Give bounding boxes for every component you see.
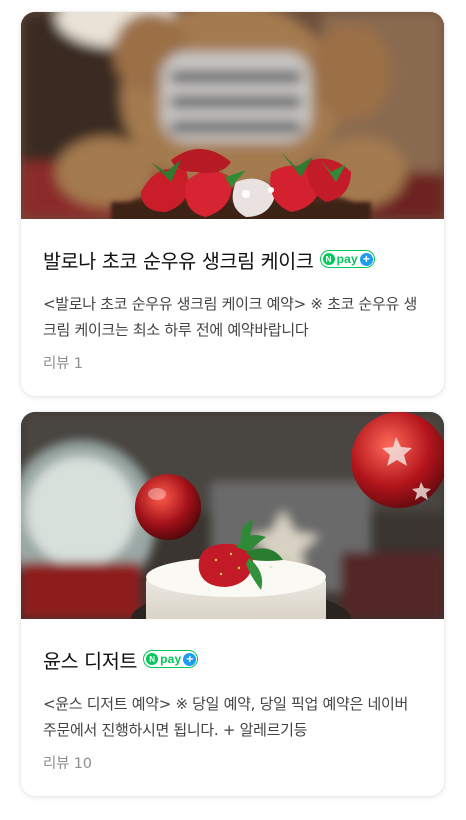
place-title[interactable]: 윤스 디저트 [43, 645, 137, 674]
place-description: <발로나 초코 순우유 생크림 케이크 예약> ※ 초코 순우유 생크림 케이크… [43, 295, 418, 339]
place-photo[interactable] [21, 412, 444, 619]
cake-photo-image [21, 12, 444, 219]
naver-n-icon: N [146, 653, 159, 665]
place-list: 발로나 초코 순우유 생크림 케이크 N pay + <발로나 초코 순우유 생… [0, 0, 466, 820]
place-photo[interactable] [21, 12, 444, 219]
plus-icon: + [183, 652, 197, 666]
plus-icon: + [359, 252, 373, 266]
npay-badge: N pay + [143, 650, 199, 668]
pay-label: pay [160, 652, 182, 666]
dessert-photo-image [21, 412, 444, 619]
review-count[interactable]: 리뷰 1 [43, 352, 422, 373]
pay-label: pay [336, 252, 358, 266]
place-card[interactable]: 윤스 디저트 N pay + <윤스 디저트 예약> ※ 당일 예약, 당일 픽… [21, 412, 444, 796]
place-description: <윤스 디저트 예약> ※ 당일 예약, 당일 픽업 예약은 네이버 주문에서 … [43, 695, 408, 739]
place-card[interactable]: 발로나 초코 순우유 생크림 케이크 N pay + <발로나 초코 순우유 생… [21, 12, 444, 396]
npay-badge: N pay + [319, 250, 375, 268]
review-count[interactable]: 리뷰 10 [43, 752, 422, 773]
place-title[interactable]: 발로나 초코 순우유 생크림 케이크 [43, 245, 314, 274]
naver-n-icon: N [322, 253, 335, 265]
